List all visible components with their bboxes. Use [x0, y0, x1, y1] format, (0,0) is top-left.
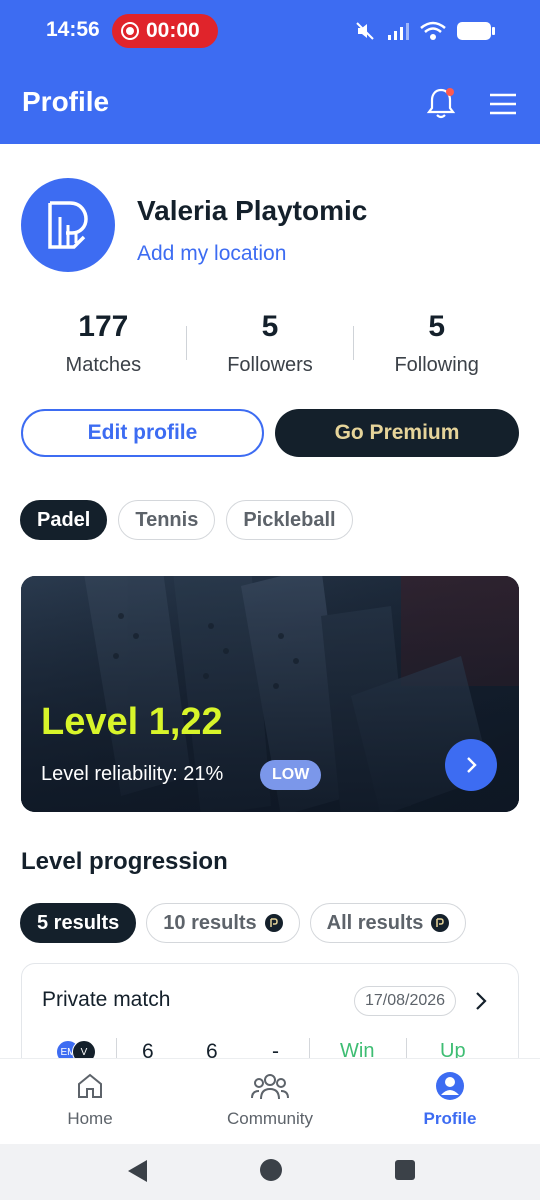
level-reliability: Level reliability: 21% — [41, 763, 224, 785]
tab-pickleball[interactable]: Pickleball — [226, 500, 353, 540]
stat-label: Following — [394, 354, 479, 376]
stat-value: 5 — [428, 310, 446, 343]
mute-icon — [356, 22, 374, 40]
premium-lock-icon — [431, 914, 450, 932]
level-details-button[interactable] — [445, 739, 497, 791]
wifi-icon — [420, 21, 446, 40]
home-circle-icon[interactable] — [258, 1157, 284, 1183]
add-location-link[interactable]: Add my location — [137, 242, 286, 266]
record-icon — [121, 22, 139, 40]
screen-recording-indicator[interactable]: 00:00 — [112, 14, 218, 48]
notifications-button[interactable] — [425, 86, 457, 122]
divider — [353, 326, 354, 360]
match-title: Private match — [42, 988, 171, 1011]
menu-button[interactable] — [488, 92, 518, 116]
match-date: 17/08/2026 — [354, 986, 457, 1016]
reliability-badge: LOW — [260, 760, 322, 790]
profile-icon — [436, 1072, 464, 1100]
tab-label: 5 results — [37, 911, 120, 934]
profile-stats: 177 Matches 5 Followers 5 Following — [20, 306, 520, 386]
nav-community[interactable]: Community — [180, 1059, 360, 1144]
battery-icon — [457, 22, 495, 40]
nav-profile[interactable]: Profile — [360, 1059, 540, 1144]
tab-label: All results — [326, 911, 424, 934]
recording-time: 00:00 — [146, 19, 200, 42]
level-card[interactable]: Level 1,22 Level reliability: 21% LOW — [21, 576, 519, 812]
chevron-right-icon — [467, 757, 477, 773]
status-icons — [354, 20, 496, 42]
community-icon — [251, 1074, 289, 1100]
recents-icon[interactable] — [394, 1159, 416, 1181]
status-time: 14:56 — [46, 18, 100, 41]
tab-tennis[interactable]: Tennis — [118, 500, 216, 540]
divider — [186, 326, 187, 360]
page-title: Profile — [22, 86, 110, 117]
status-bar: 14:56 00:00 — [0, 0, 540, 64]
stat-following[interactable]: 5 Following — [353, 306, 520, 386]
bottom-navigation: Home Community Profile — [0, 1058, 540, 1144]
premium-lock-icon — [264, 914, 283, 932]
stat-value: 5 — [261, 310, 279, 343]
tab-5-results[interactable]: 5 results — [20, 903, 137, 943]
stat-followers[interactable]: 5 Followers — [187, 306, 354, 386]
sport-tabs: Padel Tennis Pickleball — [20, 500, 353, 540]
nav-home[interactable]: Home — [0, 1059, 180, 1144]
back-icon[interactable] — [125, 1158, 149, 1184]
stat-value: 177 — [78, 310, 129, 343]
tab-padel[interactable]: Padel — [20, 500, 108, 540]
stat-label: Followers — [227, 354, 313, 376]
level-value: Level 1,22 — [41, 701, 223, 743]
nav-label: Home — [67, 1109, 113, 1128]
signal-icon — [388, 23, 409, 40]
menu-icon — [490, 93, 516, 115]
bell-icon — [426, 88, 456, 119]
system-navigation-bar — [0, 1144, 540, 1200]
nav-label: Community — [227, 1109, 313, 1128]
app-bar: Profile — [0, 64, 540, 144]
stat-matches[interactable]: 177 Matches — [20, 306, 187, 386]
result-tabs: 5 results 10 results All results — [20, 903, 467, 943]
go-premium-button[interactable]: Go Premium — [275, 409, 519, 457]
avatar[interactable] — [21, 178, 115, 272]
tab-all-results[interactable]: All results — [309, 903, 467, 943]
user-name: Valeria Playtomic — [137, 195, 368, 226]
tab-label: 10 results — [163, 911, 257, 934]
stat-label: Matches — [65, 354, 142, 376]
nav-label: Profile — [423, 1109, 477, 1128]
tab-10-results[interactable]: 10 results — [146, 903, 300, 943]
level-progression-title: Level progression — [21, 848, 228, 875]
edit-profile-button[interactable]: Edit profile — [21, 409, 264, 457]
playtomic-logo-icon — [48, 201, 88, 249]
home-icon — [78, 1073, 102, 1098]
chevron-right-icon — [476, 992, 487, 1010]
